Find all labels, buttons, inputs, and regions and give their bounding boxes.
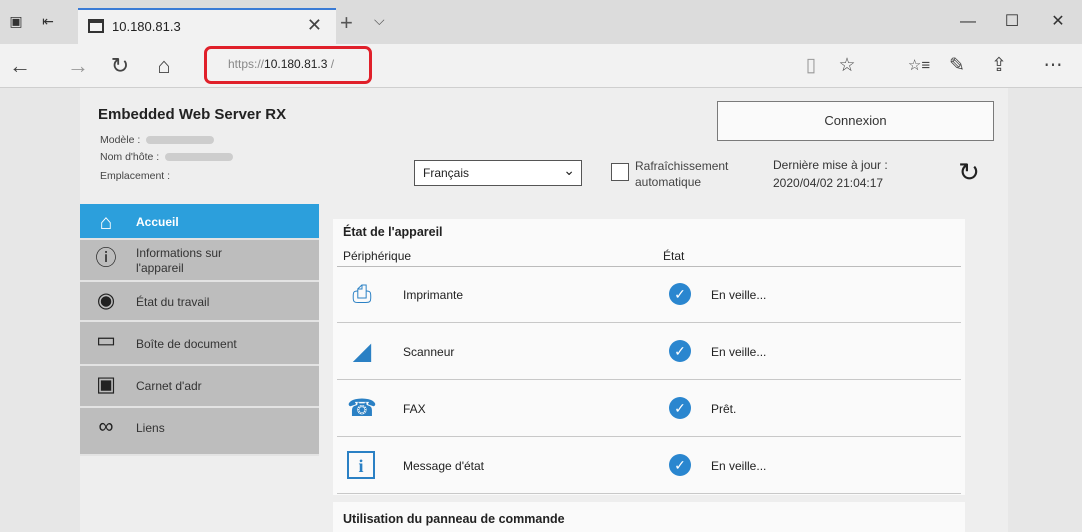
sidebar-item-device-info[interactable]: ⓘ Informations sur l'appareil	[80, 240, 319, 282]
language-select[interactable]: Français ⌄	[414, 160, 582, 186]
auto-refresh-label-line1: Rafraîchissement	[635, 159, 729, 173]
share-icon[interactable]: ⇪	[986, 53, 1012, 79]
sidebar-item-label: Accueil	[136, 215, 179, 229]
column-device: Périphérique	[343, 249, 412, 263]
info-icon: i	[347, 451, 375, 479]
sidebar-item-label: État du travail	[136, 295, 210, 309]
last-update: Dernière mise à jour : 2020/04/02 21:04:…	[773, 156, 888, 192]
forward-icon[interactable]: →	[64, 52, 92, 80]
address-book-icon: ▣	[96, 373, 116, 396]
check-icon: ✓	[669, 454, 691, 476]
sidebar-item-label-line2: l'appareil	[136, 261, 184, 275]
chevron-down-icon: ⌄	[563, 162, 575, 178]
sidebar-item-job-status[interactable]: ◉ État du travail	[80, 282, 319, 322]
url-host: 10.180.81.3	[264, 57, 328, 71]
sidebar: ⌂ Accueil ⓘ Informations sur l'appareil ◉…	[80, 204, 319, 456]
home-icon: ⌂	[99, 211, 113, 234]
sidebar-item-label: Liens	[136, 421, 165, 435]
notes-pen-icon[interactable]: ✎	[944, 53, 970, 79]
web-server-page: Embedded Web Server RX Modèle : Nom d'hô…	[80, 88, 1008, 532]
scanner-icon: ◢	[352, 338, 372, 365]
table-row[interactable]: ⎙ Imprimante ✓ En veille...	[337, 267, 961, 323]
tab-list-icon[interactable]: ⌵	[374, 12, 385, 29]
document-box-icon: ▭	[96, 329, 116, 352]
sidebar-item-document-box[interactable]: ▭ Boîte de document	[80, 322, 319, 366]
auto-refresh-label: Rafraîchissement automatique	[635, 158, 728, 190]
tab-close-icon[interactable]: ✕	[307, 15, 322, 36]
reload-icon[interactable]: ↻	[955, 158, 983, 186]
sidebar-item-links[interactable]: ∞ Liens	[80, 408, 319, 456]
page-favicon-icon	[88, 19, 104, 33]
sidebar-item-label-line1: Informations sur	[136, 246, 223, 260]
browser-address-bar: ← → ↻ ⌂ https://10.180.81.3 / ▯ ☆ ☆≡ ✎ ⇪…	[0, 44, 1082, 88]
language-selected: Français	[423, 166, 470, 180]
browser-tab-bar: ▣ ⇤ 10.180.81.3 ✕ + ⌵ — ☐ ✕	[0, 0, 1082, 44]
favorite-star-icon[interactable]: ☆	[834, 53, 860, 79]
model-label: Modèle :	[100, 134, 141, 146]
redacted-model	[146, 136, 215, 145]
window-close-button[interactable]: ✕	[1046, 10, 1070, 34]
fax-icon: ☎	[347, 395, 377, 422]
login-button[interactable]: Connexion	[717, 101, 994, 141]
device-info-icon: ⓘ	[95, 247, 117, 270]
eye-icon: ◉	[96, 289, 116, 312]
sidebar-item-address-book[interactable]: ▣ Carnet d'adr	[80, 366, 319, 408]
favorites-hub-icon[interactable]: ☆≡	[902, 53, 936, 79]
device-status: Prêt.	[711, 402, 737, 416]
sidebar-item-label: Informations sur l'appareil	[136, 246, 222, 276]
sidebar-item-label: Boîte de document	[136, 337, 237, 351]
new-tab-icon[interactable]: +	[340, 10, 353, 36]
column-status: État	[663, 249, 685, 263]
hostname-label: Nom d'hôte :	[100, 151, 160, 163]
more-menu-icon[interactable]: ⋯	[1040, 53, 1066, 79]
url-input[interactable]: https://10.180.81.3 /	[228, 57, 334, 71]
check-icon: ✓	[669, 283, 691, 305]
tabs-aside-icon[interactable]: ⇤	[40, 13, 56, 29]
url-path: /	[327, 57, 335, 71]
device-status: En veille...	[711, 345, 767, 359]
printer-icon: ⎙	[352, 281, 372, 308]
device-name: Message d'état	[403, 459, 485, 473]
control-panel-usage-panel: Utilisation du panneau de commande	[333, 502, 965, 532]
device-status-title: État de l'appareil	[343, 225, 443, 239]
page-title: Embedded Web Server RX	[98, 106, 287, 123]
device-status: En veille...	[711, 288, 767, 302]
device-status: En veille...	[711, 459, 767, 473]
device-name: FAX	[403, 402, 426, 416]
tab-groups-icon[interactable]: ▣	[8, 13, 24, 29]
auto-refresh-checkbox[interactable]	[611, 163, 629, 181]
table-row[interactable]: ☎ FAX ✓ Prêt.	[337, 381, 961, 437]
maximize-button[interactable]: ☐	[1000, 10, 1024, 34]
home-icon[interactable]: ⌂	[150, 52, 178, 80]
control-panel-usage-title: Utilisation du panneau de commande	[343, 512, 565, 526]
device-status-panel: État de l'appareil Périphérique État ⎙ I…	[333, 219, 965, 495]
link-icon: ∞	[98, 415, 114, 438]
tab-title: 10.180.81.3	[112, 19, 181, 34]
reading-view-icon[interactable]: ▯	[798, 53, 824, 79]
check-icon: ✓	[669, 340, 691, 362]
check-icon: ✓	[669, 397, 691, 419]
last-update-label: Dernière mise à jour :	[773, 158, 888, 172]
redacted-hostname	[165, 153, 234, 162]
location-label: Emplacement :	[100, 170, 171, 182]
hostname-row: Nom d'hôte :	[100, 151, 234, 163]
back-icon[interactable]: ←	[6, 52, 34, 80]
auto-refresh-label-line2: automatique	[635, 175, 702, 189]
last-update-value: 2020/04/02 21:04:17	[773, 176, 884, 190]
sidebar-item-label: Carnet d'adr	[136, 379, 202, 393]
sidebar-item-home[interactable]: ⌂ Accueil	[80, 204, 319, 240]
table-row[interactable]: i Message d'état ✓ En veille...	[337, 438, 961, 494]
device-name: Scanneur	[403, 345, 455, 359]
browser-tab[interactable]: 10.180.81.3 ✕	[78, 8, 336, 44]
model-row: Modèle :	[100, 134, 215, 146]
url-scheme: https://	[228, 57, 265, 71]
table-row[interactable]: ◢ Scanneur ✓ En veille...	[337, 324, 961, 380]
minimize-button[interactable]: —	[956, 10, 980, 34]
device-name: Imprimante	[403, 288, 464, 302]
refresh-icon[interactable]: ↻	[106, 52, 134, 80]
